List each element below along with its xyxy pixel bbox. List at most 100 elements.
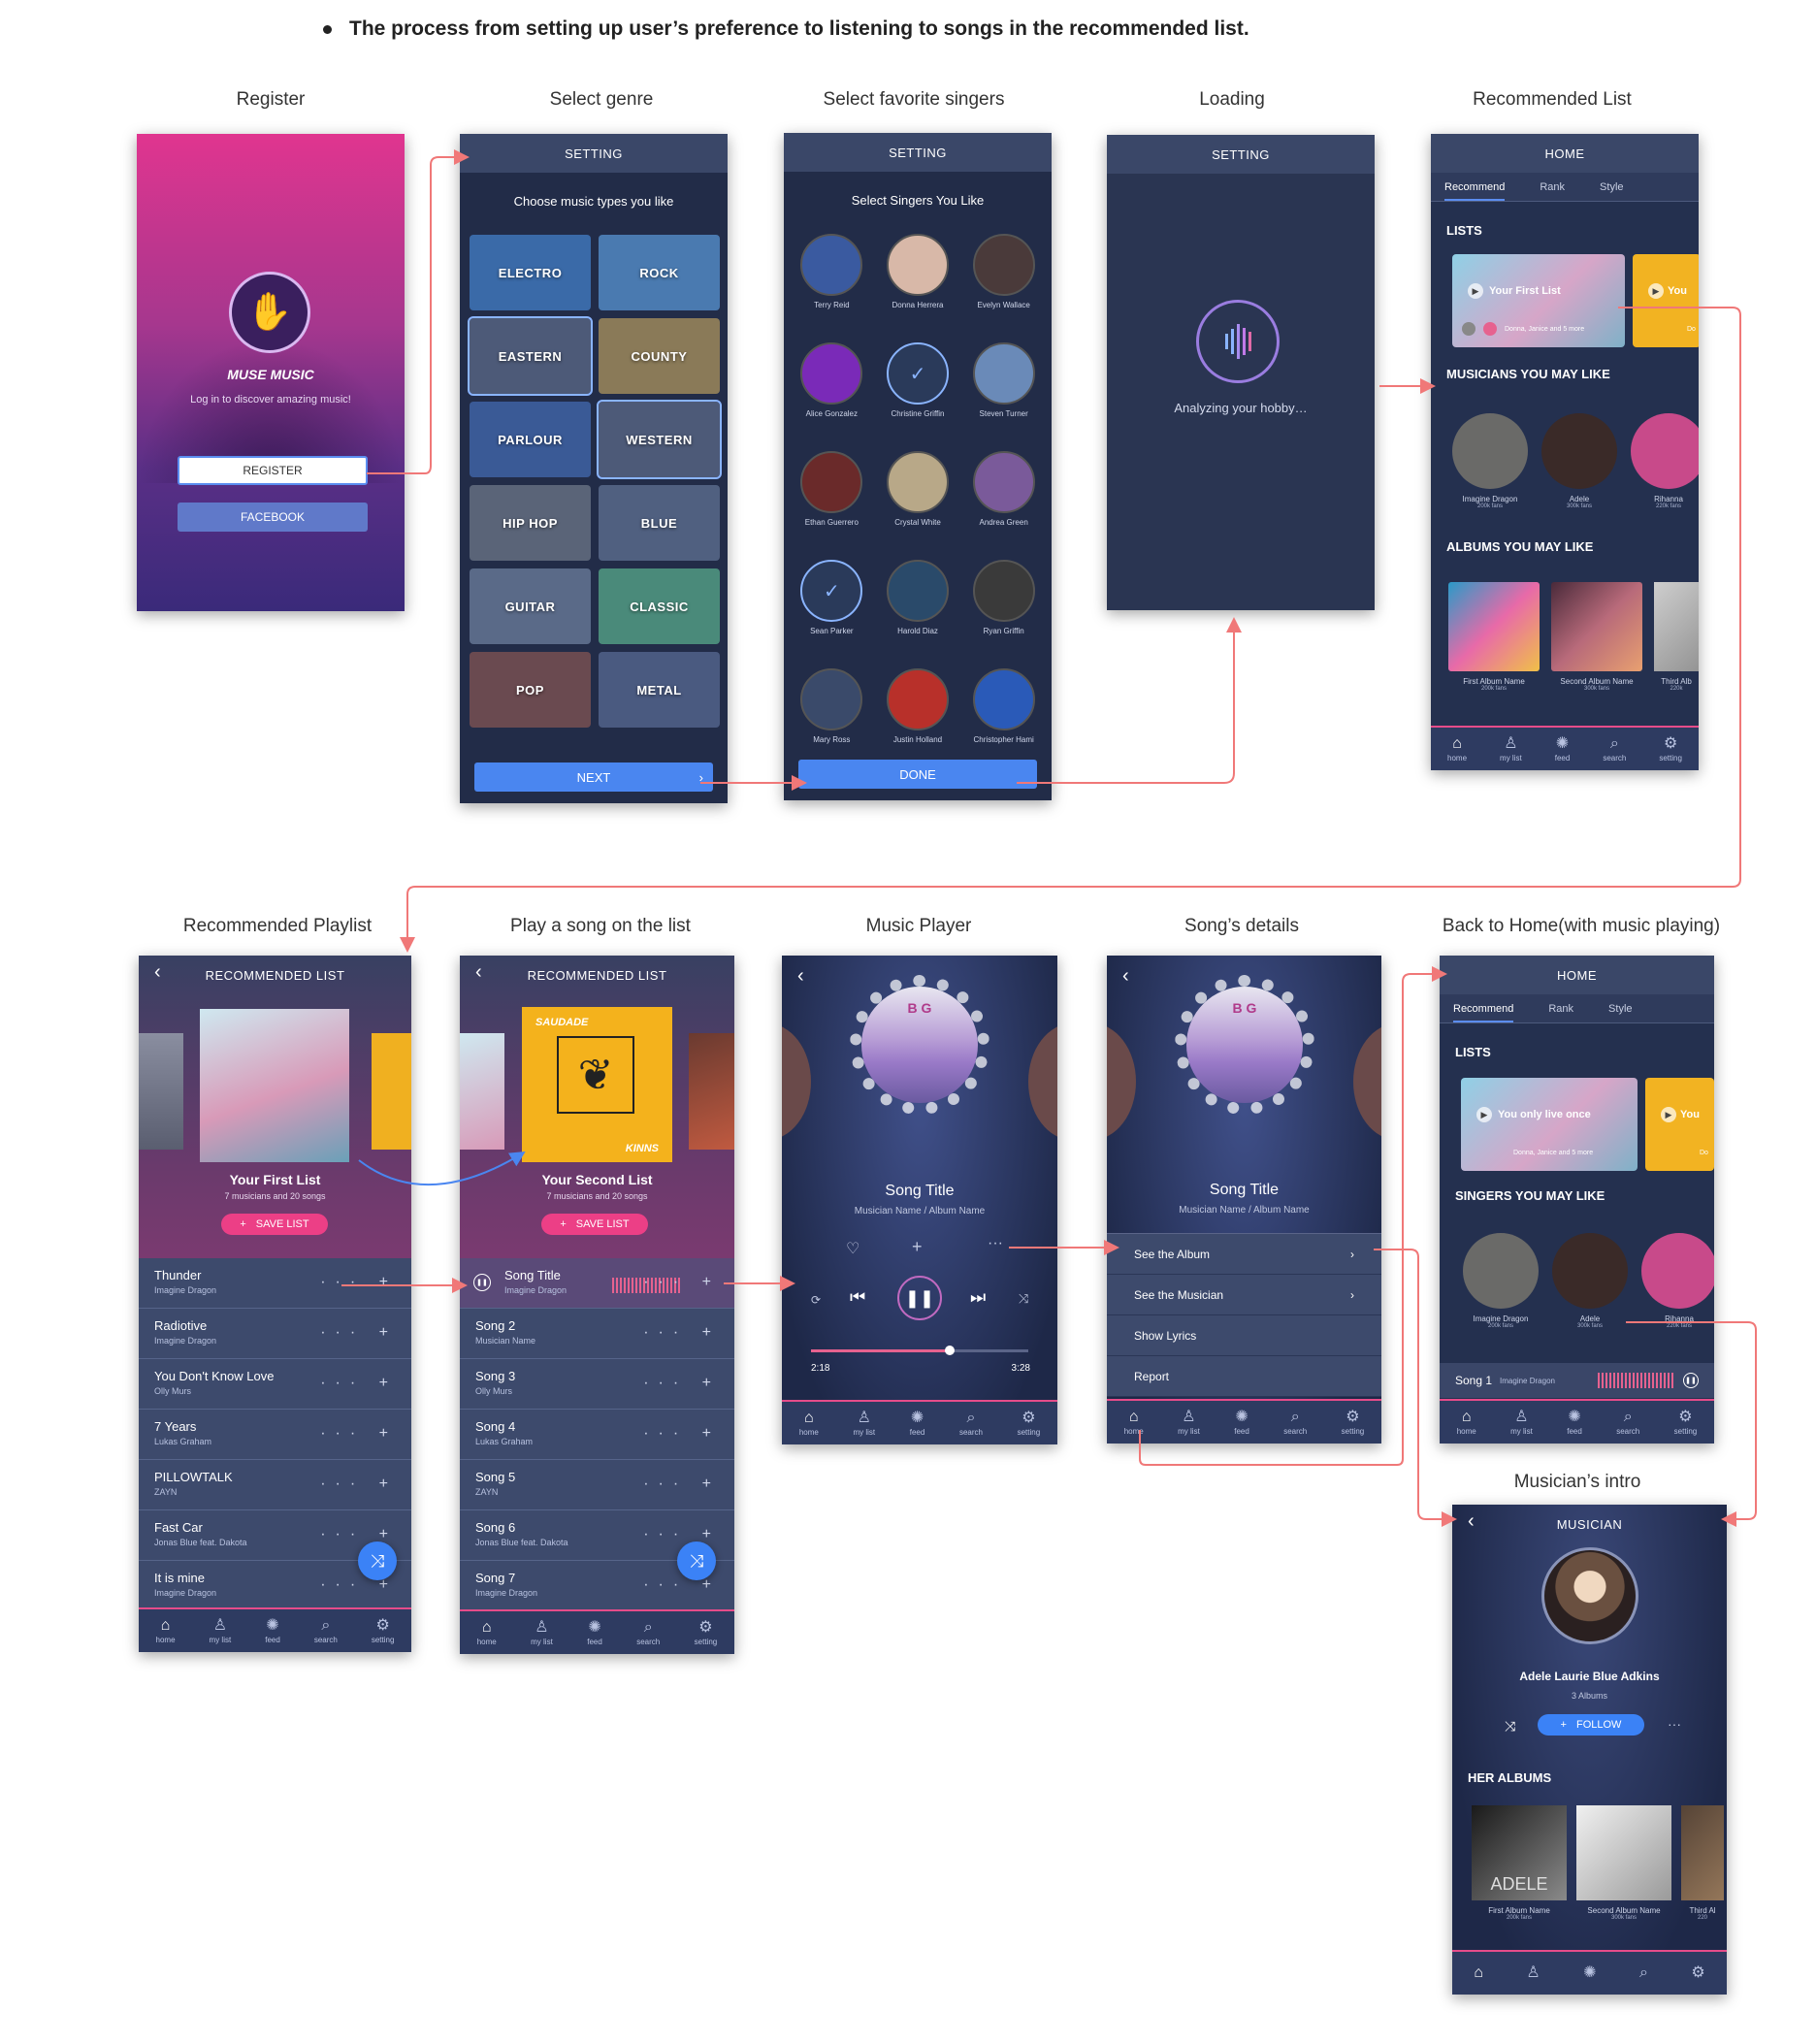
album-card[interactable]: Third Alb 220k [1654, 582, 1699, 692]
song-row[interactable]: You Don't Know Love Olly Murs ··· + [139, 1359, 411, 1410]
song-row[interactable]: PILLOWTALK ZAYN ··· + [139, 1460, 411, 1510]
musician-card[interactable]: Rihanna 220k fans [1641, 1233, 1714, 1329]
nav-home[interactable]: ⌂ home [1457, 1409, 1476, 1436]
tab-recommend[interactable]: Recommend [1444, 181, 1506, 201]
song-actions[interactable]: ··· + [643, 1274, 721, 1291]
nav-my-list[interactable]: ♙ my list [1178, 1409, 1200, 1436]
song-actions[interactable]: ··· + [643, 1375, 721, 1392]
nav-setting[interactable]: ⚙ [1691, 1965, 1704, 1981]
musician-avatar[interactable] [1463, 1233, 1539, 1309]
nav-my-list[interactable]: ♙ my list [1500, 735, 1522, 762]
menu-see-album[interactable]: See the Album › [1107, 1234, 1381, 1275]
play-icon[interactable]: ▶ [1468, 283, 1483, 299]
register-button[interactable]: REGISTER [178, 456, 368, 485]
singer-option[interactable]: Andrea Green [963, 451, 1044, 527]
menu-see-musician[interactable]: See the Musician › [1107, 1275, 1381, 1315]
song-actions[interactable]: ··· + [320, 1425, 398, 1443]
song-actions[interactable]: ··· + [320, 1526, 398, 1543]
nav-feed[interactable]: ✺ feed [1555, 735, 1571, 762]
musician-card[interactable]: Adele 300k fans [1541, 413, 1617, 509]
genre-tile[interactable]: COUNTY [599, 318, 720, 394]
nav-setting[interactable]: ⚙ setting [1018, 1410, 1041, 1437]
song-actions[interactable]: ··· + [320, 1476, 398, 1493]
tab-recommend[interactable]: Recommend [1453, 1003, 1514, 1022]
singer-option[interactable]: Ryan Griffin [963, 560, 1044, 635]
genre-tile[interactable]: BLUE [599, 485, 720, 561]
pause-button[interactable]: ❚❚ [897, 1276, 942, 1320]
mini-player[interactable]: Song 1 Imagine Dragon ❚❚ [1440, 1363, 1714, 1398]
album-cover[interactable] [1551, 582, 1642, 671]
musician-card[interactable]: Imagine Dragon 200k fans [1452, 413, 1528, 509]
musician-avatar[interactable] [1631, 413, 1699, 489]
singer-option[interactable]: Alice Gonzalez [792, 342, 872, 418]
more-icon[interactable]: ··· [988, 1235, 1003, 1252]
singer-option[interactable]: Harold Diaz [878, 560, 958, 635]
singer-option[interactable]: Ethan Guerrero [792, 451, 872, 527]
nav-search[interactable]: ⌕ search [1616, 1409, 1639, 1436]
tab-style[interactable]: Style [1600, 181, 1623, 193]
singer-avatar[interactable]: ✓ [886, 342, 949, 405]
song-actions[interactable]: ··· + [320, 1375, 398, 1392]
nav-my-list[interactable]: ♙ [1526, 1965, 1540, 1981]
add-icon[interactable]: + [912, 1237, 923, 1257]
nav-feed[interactable]: ✺ feed [910, 1410, 925, 1437]
nav-search[interactable]: ⌕ [1639, 1965, 1648, 1981]
tab-rank[interactable]: Rank [1540, 181, 1565, 193]
album-cover[interactable] [1654, 582, 1699, 671]
shuffle-button[interactable]: ⤨ [358, 1541, 397, 1580]
singer-option[interactable]: ✓ Sean Parker [792, 560, 872, 635]
musician-avatar[interactable] [1541, 413, 1617, 489]
back-arrow-icon[interactable]: ‹ [154, 961, 161, 984]
musician-card[interactable]: Imagine Dragon 200k fans [1463, 1233, 1539, 1329]
nav-setting[interactable]: ⚙ setting [1659, 735, 1682, 762]
list-card-2[interactable]: ▶ You Do [1633, 254, 1699, 347]
nav-home[interactable]: ⌂ home [1124, 1409, 1144, 1436]
nav-my-list[interactable]: ♙ my list [853, 1410, 875, 1437]
singer-avatar[interactable]: ✓ [800, 560, 863, 622]
previous-icon[interactable]: ⏮ [850, 1287, 865, 1308]
nav-search[interactable]: ⌕ search [1283, 1409, 1307, 1436]
nav-feed[interactable]: ✺ feed [1234, 1409, 1249, 1436]
singer-option[interactable]: Justin Holland [878, 668, 958, 744]
singer-avatar[interactable] [886, 234, 949, 296]
shuffle-button[interactable]: ⤨ [677, 1541, 716, 1580]
tab-style[interactable]: Style [1608, 1003, 1632, 1015]
singer-avatar[interactable] [886, 560, 949, 622]
genre-tile[interactable]: POP [470, 652, 591, 728]
facebook-button[interactable]: FACEBOOK [178, 503, 368, 532]
song-row[interactable]: Song 5 ZAYN ··· + [460, 1460, 734, 1510]
song-actions[interactable]: ··· + [643, 1425, 721, 1443]
singer-avatar[interactable] [800, 451, 863, 513]
song-row[interactable]: Radiotive Imagine Dragon ··· + [139, 1309, 411, 1359]
shuffle-icon[interactable]: ⤨ [1019, 1291, 1028, 1307]
play-icon[interactable]: ▶ [1661, 1107, 1676, 1122]
song-actions[interactable]: ··· + [320, 1576, 398, 1594]
singer-avatar[interactable] [800, 234, 863, 296]
back-arrow-icon[interactable]: ‹ [475, 961, 482, 984]
genre-tile[interactable]: METAL [599, 652, 720, 728]
pause-icon[interactable]: ❚❚ [473, 1274, 491, 1291]
singer-avatar[interactable] [972, 560, 1035, 622]
album-cover[interactable]: ADELE [1472, 1805, 1567, 1900]
nav-setting[interactable]: ⚙ setting [695, 1619, 718, 1646]
genre-tile[interactable]: ROCK [599, 235, 720, 310]
singer-option[interactable]: ✓ Christine Griffin [878, 342, 958, 418]
singer-avatar[interactable] [972, 342, 1035, 405]
save-list-button[interactable]: + SAVE LIST [541, 1214, 648, 1235]
album-card[interactable]: Second Album Name 300k fans [1576, 1805, 1671, 1921]
nav-feed[interactable]: ✺ feed [587, 1619, 602, 1646]
genre-tile[interactable]: HIP HOP [470, 485, 591, 561]
nav-search[interactable]: ⌕ search [314, 1617, 338, 1644]
musician-avatar[interactable] [1552, 1233, 1628, 1309]
nav-my-list[interactable]: ♙ my list [210, 1617, 232, 1644]
nav-setting[interactable]: ⚙ setting [372, 1617, 395, 1644]
back-arrow-icon[interactable]: ‹ [1122, 965, 1129, 988]
repeat-icon[interactable]: ⟳ [811, 1293, 821, 1307]
nav-my-list[interactable]: ♙ my list [1510, 1409, 1533, 1436]
singer-option[interactable]: Evelyn Wallace [963, 234, 1044, 309]
list-card-1[interactable]: ▶ Your First List Donna, Janice and 5 mo… [1452, 254, 1625, 347]
genre-tile[interactable]: CLASSIC [599, 568, 720, 644]
nav-home[interactable]: ⌂ home [156, 1617, 176, 1644]
song-row[interactable]: Song 3 Olly Murs ··· + [460, 1359, 734, 1410]
nav-search[interactable]: ⌕ search [1603, 735, 1626, 762]
